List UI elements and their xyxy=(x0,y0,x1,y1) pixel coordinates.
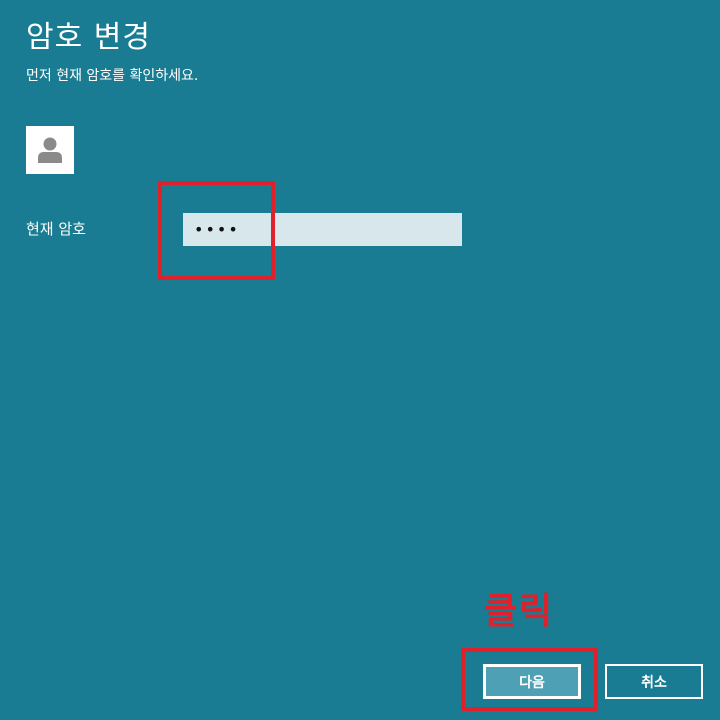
current-password-input[interactable] xyxy=(183,213,462,246)
current-password-label: 현재 암호 xyxy=(26,220,86,238)
avatar xyxy=(26,126,74,174)
cancel-button[interactable]: 취소 xyxy=(605,664,703,699)
dialog-subtitle: 먼저 현재 암호를 확인하세요. xyxy=(26,68,199,84)
cancel-button-label: 취소 xyxy=(641,674,667,691)
next-button[interactable]: 다음 xyxy=(483,664,581,699)
user-icon xyxy=(38,137,62,163)
change-password-dialog: 암호 변경 먼저 현재 암호를 확인하세요. 현재 암호 클릭 다음 취소 xyxy=(0,0,720,720)
dialog-title: 암호 변경 xyxy=(26,20,151,55)
next-button-label: 다음 xyxy=(519,674,545,691)
click-annotation-label: 클릭 xyxy=(484,591,555,632)
